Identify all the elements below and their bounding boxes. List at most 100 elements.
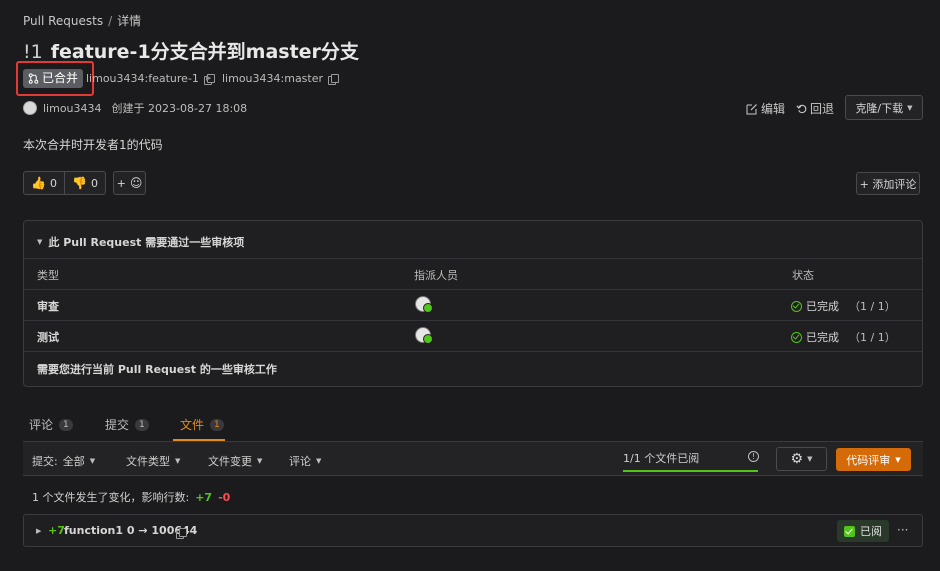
caret-down-icon: ▼ bbox=[89, 457, 96, 465]
divider bbox=[24, 351, 922, 352]
progress-label: （1 / 1） bbox=[849, 300, 896, 313]
add-reaction-label: + bbox=[116, 176, 126, 190]
source-branch-label: limou3434:feature-1 bbox=[86, 72, 199, 85]
caret-down-icon: ▼ bbox=[807, 455, 813, 463]
add-comment-label: + 添加评论 bbox=[859, 177, 917, 191]
target-branch[interactable]: limou3434:master bbox=[222, 72, 340, 85]
caret-down-icon: ▼ bbox=[257, 457, 263, 465]
breadcrumb-root-link[interactable]: Pull Requests bbox=[23, 14, 103, 28]
avatar[interactable] bbox=[415, 296, 433, 313]
status-label: 已完成 bbox=[806, 331, 839, 344]
copy-icon[interactable] bbox=[176, 528, 187, 539]
table-row bbox=[415, 327, 433, 344]
review-progress-label: 1/1 个文件已阅 bbox=[623, 452, 700, 465]
thumbs-down-button[interactable]: 👎 0 bbox=[64, 171, 106, 195]
check-circle-icon bbox=[791, 300, 802, 312]
column-header-status: 状态 bbox=[792, 269, 814, 282]
active-tab-indicator bbox=[173, 439, 225, 441]
author-row: limou3434 创建于 2023-08-27 18:08 bbox=[23, 100, 247, 116]
tab-label: 提交 bbox=[105, 418, 130, 432]
author-name[interactable]: limou3434 bbox=[43, 102, 102, 115]
review-progress: 1/1 个文件已阅 bbox=[623, 450, 758, 472]
file-lines-added: +7 bbox=[48, 524, 65, 537]
status-label: 已完成 bbox=[806, 300, 839, 313]
add-comment-button[interactable]: + 添加评论 bbox=[856, 172, 920, 195]
status-badge: 已合并 bbox=[23, 69, 84, 88]
viewed-toggle[interactable]: 已阅 bbox=[837, 520, 889, 542]
column-header-type: 类型 bbox=[37, 269, 59, 282]
tab-files[interactable]: 文件 1 bbox=[180, 416, 224, 433]
add-reaction-button[interactable]: + ☺ bbox=[113, 171, 146, 195]
checkbox-checked-icon bbox=[844, 525, 855, 537]
progress-label: （1 / 1） bbox=[849, 331, 896, 344]
clone-label: 克隆/下载 bbox=[855, 101, 904, 115]
panel-footer: 需要您进行当前 Pull Request 的一些审核工作 bbox=[37, 363, 277, 376]
viewed-label: 已阅 bbox=[860, 525, 882, 538]
gear-icon: ⚙ bbox=[790, 451, 804, 467]
caret-down-icon: ▼ bbox=[316, 457, 322, 465]
column-header-assignee: 指派人员 bbox=[414, 269, 458, 282]
avatar[interactable] bbox=[23, 101, 37, 115]
caret-down-icon: ▼ bbox=[175, 457, 181, 465]
file-change-dropdown[interactable]: 文件变更 ▼ bbox=[208, 453, 262, 469]
tab-label: 评论 bbox=[29, 418, 54, 432]
code-review-label: 代码评审 bbox=[846, 453, 891, 467]
revert-button[interactable]: 回退 bbox=[796, 100, 834, 117]
edit-icon bbox=[746, 103, 757, 114]
target-branch-label: limou3434:master bbox=[222, 72, 324, 85]
files-toolbar: 提交: 全部 ▼ 文件类型 ▼ 文件变更 ▼ 评论 ▼ 1/1 个文件已阅 ! … bbox=[23, 442, 923, 476]
pr-description: 本次合并时开发者1的代码 bbox=[23, 138, 163, 152]
check-circle-icon bbox=[791, 331, 802, 343]
more-options-icon[interactable]: ··· bbox=[897, 523, 908, 537]
tab-count: 1 bbox=[59, 418, 73, 431]
settings-dropdown[interactable]: ⚙ ▼ bbox=[776, 447, 827, 471]
lines-removed: -0 bbox=[218, 491, 231, 504]
status-label: 已合并 bbox=[42, 71, 79, 85]
info-icon[interactable]: ! bbox=[748, 451, 759, 462]
source-branch[interactable]: limou3434:feature-1 bbox=[86, 72, 215, 85]
breadcrumb-separator: / bbox=[108, 14, 113, 28]
commit-filter-dropdown[interactable]: 提交: 全部 ▼ bbox=[32, 453, 95, 469]
arrow-right-icon: ▶ bbox=[206, 74, 212, 82]
summary-text: 1 个文件发生了变化，影响行数: bbox=[32, 491, 190, 504]
file-type-dropdown[interactable]: 文件类型 ▼ bbox=[126, 453, 180, 469]
divider bbox=[24, 258, 922, 259]
thumbs-up-count: 0 bbox=[49, 176, 57, 190]
panel-header-label: 此 Pull Request 需要通过一些审核项 bbox=[48, 236, 245, 249]
tab-comments[interactable]: 评论 1 bbox=[29, 416, 73, 433]
tab-commits[interactable]: 提交 1 bbox=[105, 416, 149, 433]
copy-icon[interactable] bbox=[328, 73, 340, 85]
commit-filter-label: 提交: bbox=[32, 455, 58, 468]
comment-dropdown[interactable]: 评论 ▼ bbox=[289, 453, 321, 469]
file-type-label: 文件类型 bbox=[126, 455, 170, 468]
lines-added: +7 bbox=[195, 491, 213, 504]
revert-label: 回退 bbox=[810, 102, 835, 116]
review-status: 已完成 （1 / 1） bbox=[791, 329, 896, 345]
pr-number: !1 bbox=[23, 41, 43, 63]
divider bbox=[24, 320, 922, 321]
pr-title: feature-1分支合并到master分支 bbox=[50, 41, 359, 63]
avatar[interactable] bbox=[415, 327, 433, 344]
clone-download-button[interactable]: 克隆/下载 ▼ bbox=[845, 95, 923, 120]
thumbs-down-count: 0 bbox=[90, 176, 98, 190]
review-requirements-panel: ▼ 此 Pull Request 需要通过一些审核项 类型 指派人员 状态 审查… bbox=[23, 220, 923, 387]
created-time: 创建于 2023-08-27 18:08 bbox=[111, 102, 248, 115]
panel-header[interactable]: ▼ 此 Pull Request 需要通过一些审核项 bbox=[37, 234, 244, 250]
comment-filter-label: 评论 bbox=[289, 455, 311, 468]
breadcrumb: Pull Requests / 详情 bbox=[23, 12, 141, 29]
edit-button[interactable]: 编辑 bbox=[746, 100, 785, 117]
tab-count: 1 bbox=[135, 418, 149, 431]
thumbs-down-icon: 👎 bbox=[72, 176, 87, 190]
review-type: 测试 bbox=[37, 331, 59, 344]
review-type: 审查 bbox=[37, 300, 59, 313]
file-row[interactable]: ▶ +7 function1 0 → 100644 已阅 ··· bbox=[23, 514, 923, 547]
caret-right-icon[interactable]: ▶ bbox=[36, 527, 41, 535]
change-summary: 1 个文件发生了变化，影响行数: +7 -0 bbox=[32, 489, 230, 505]
smile-icon: ☺ bbox=[129, 176, 143, 190]
code-review-button[interactable]: 代码评审 ▼ bbox=[836, 448, 911, 471]
breadcrumb-current: 详情 bbox=[117, 14, 142, 28]
merge-icon bbox=[28, 73, 39, 84]
caret-down-icon: ▼ bbox=[895, 455, 901, 464]
thumbs-up-button[interactable]: 👍 0 bbox=[23, 171, 65, 195]
edit-label: 编辑 bbox=[761, 102, 786, 116]
